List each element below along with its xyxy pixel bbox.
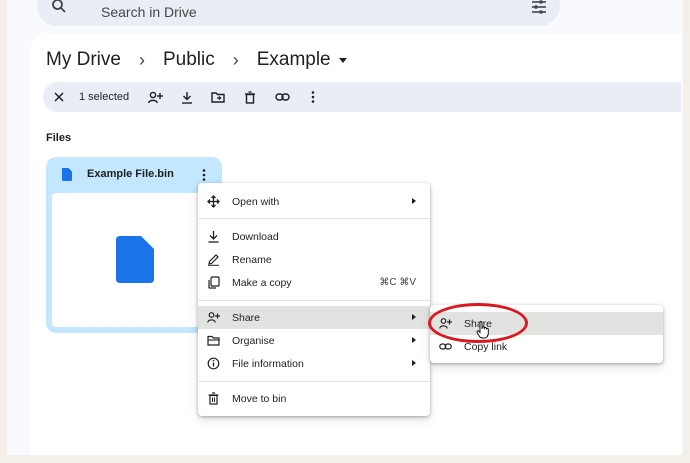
share-icon xyxy=(207,312,220,323)
menu-item-download[interactable]: Download xyxy=(198,225,430,248)
chevron-down-icon[interactable] xyxy=(338,57,347,63)
chevron-right-icon xyxy=(412,314,416,320)
breadcrumb-separator: › xyxy=(138,49,145,70)
file-card-header[interactable]: Example File.bin xyxy=(46,157,222,191)
breadcrumb-separator: › xyxy=(232,49,239,70)
chevron-right-icon xyxy=(412,337,416,343)
share-icon[interactable] xyxy=(147,89,163,105)
more-vertical-icon[interactable] xyxy=(202,169,206,181)
menu-item-move-to-bin[interactable]: Move to bin xyxy=(198,387,430,410)
selection-count: 1 selected xyxy=(79,91,130,103)
menu-divider xyxy=(198,218,430,219)
file-icon xyxy=(116,236,154,283)
file-name: Example File.bin xyxy=(87,168,174,180)
move-to-folder-icon[interactable] xyxy=(210,89,226,105)
breadcrumb: My Drive › Public › Example xyxy=(46,47,347,73)
file-thumbnail[interactable] xyxy=(52,193,216,327)
breadcrumb-my-drive[interactable]: My Drive xyxy=(46,49,121,71)
menu-divider xyxy=(198,300,430,301)
search-input[interactable]: Search in Drive xyxy=(101,4,197,20)
context-menu: Open with Download Rename Make a copy ⌘C… xyxy=(198,183,430,416)
folder-icon xyxy=(207,335,220,346)
menu-item-label: Make a copy xyxy=(232,277,292,289)
menu-item-label: Download xyxy=(232,231,279,243)
menu-item-make-a-copy[interactable]: Make a copy ⌘C ⌘V xyxy=(198,271,430,294)
selection-toolbar: 1 selected xyxy=(43,82,681,112)
menu-item-label: Share xyxy=(232,312,261,324)
trash-icon xyxy=(208,392,219,405)
menu-item-file-information[interactable]: File information xyxy=(198,352,430,375)
menu-item-label: Rename xyxy=(232,254,272,266)
menu-item-label: Move to bin xyxy=(232,393,287,405)
copy-icon xyxy=(208,276,220,289)
info-icon xyxy=(207,357,220,370)
download-icon[interactable] xyxy=(179,89,195,105)
download-icon xyxy=(208,231,219,243)
more-vertical-icon[interactable] xyxy=(305,89,321,105)
link-icon xyxy=(439,343,452,350)
section-heading-files: Files xyxy=(46,132,72,144)
menu-item-rename[interactable]: Rename xyxy=(198,248,430,271)
menu-item-label: Organise xyxy=(232,335,275,347)
file-card[interactable]: Example File.bin xyxy=(46,157,222,333)
search-bar[interactable]: Search in Drive xyxy=(37,0,560,26)
chevron-right-icon xyxy=(412,198,416,204)
rename-icon xyxy=(208,254,219,266)
hand-pointer-icon xyxy=(476,321,489,339)
menu-item-label: File information xyxy=(232,358,304,370)
menu-item-open-with[interactable]: Open with xyxy=(198,190,430,213)
search-options-icon[interactable] xyxy=(531,0,547,14)
keyboard-shortcut: ⌘C ⌘V xyxy=(379,277,416,288)
open-with-icon xyxy=(207,195,220,208)
menu-item-share[interactable]: Share xyxy=(198,306,430,329)
delete-icon[interactable] xyxy=(242,89,258,105)
breadcrumb-public[interactable]: Public xyxy=(163,49,215,71)
search-icon[interactable] xyxy=(51,0,67,14)
close-icon[interactable] xyxy=(51,89,67,105)
menu-item-label: Open with xyxy=(232,196,280,208)
chevron-right-icon xyxy=(412,360,416,366)
link-icon[interactable] xyxy=(274,89,290,105)
menu-item-organise[interactable]: Organise xyxy=(198,329,430,352)
file-icon xyxy=(62,168,72,181)
breadcrumb-example[interactable]: Example xyxy=(257,49,331,71)
menu-divider xyxy=(198,381,430,382)
